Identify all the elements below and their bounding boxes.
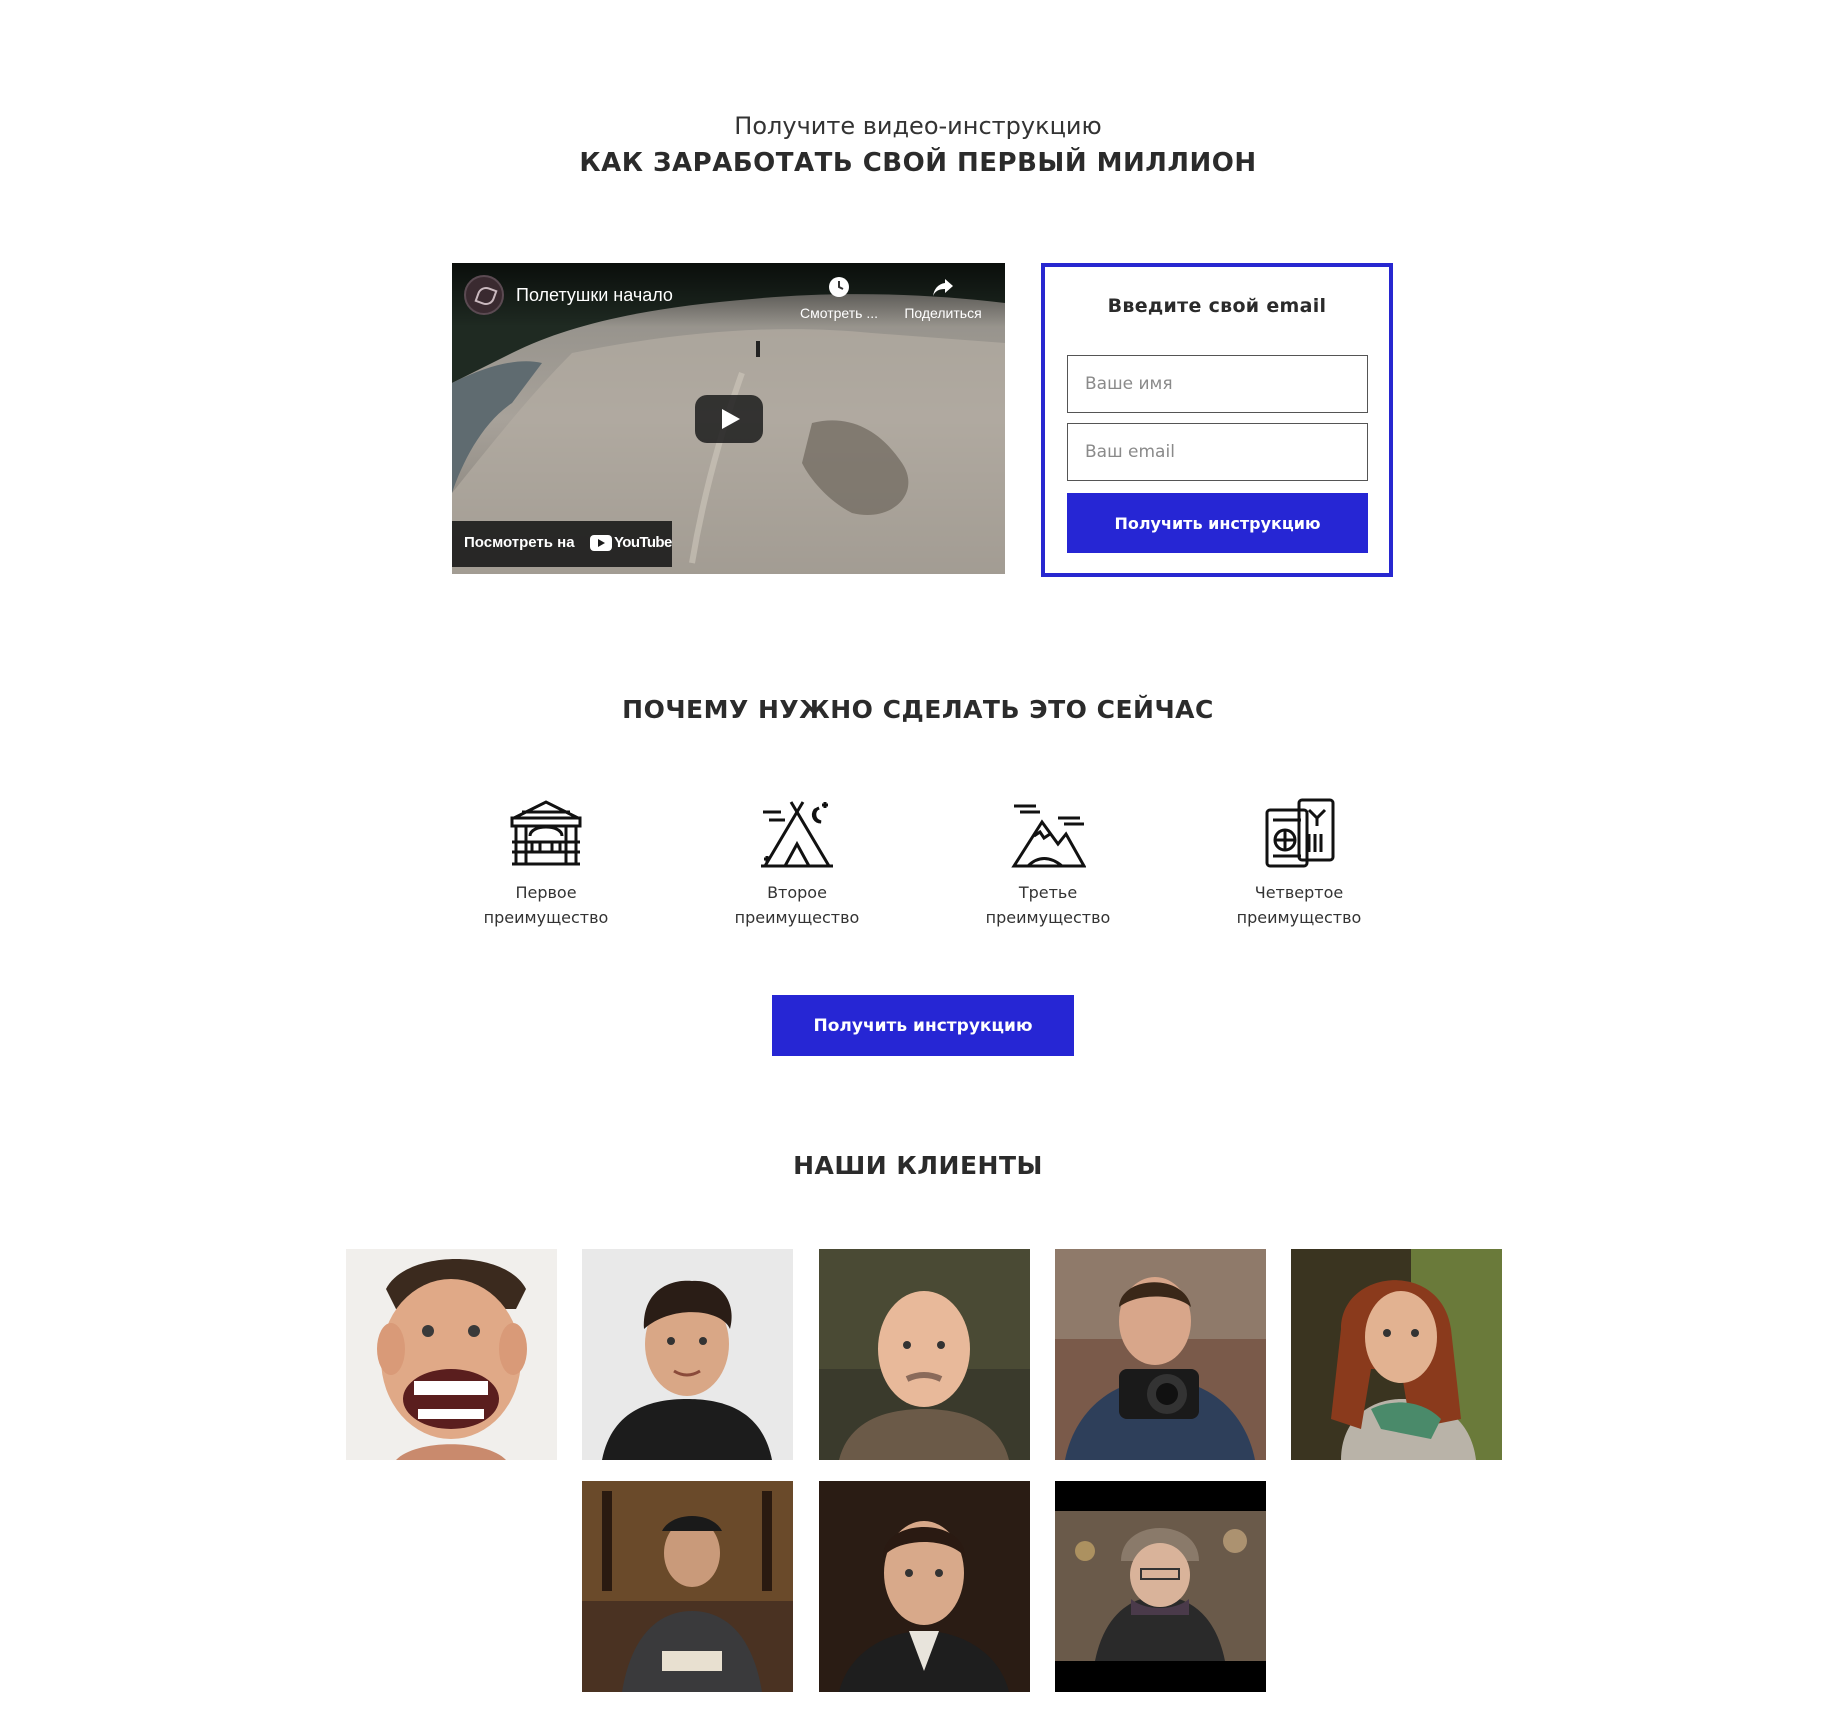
benefit-item: Третье преимущество: [948, 796, 1148, 930]
share-button[interactable]: Поделиться: [900, 275, 986, 321]
hero-subtitle: Получите видео-инструкцию: [734, 112, 1102, 140]
video-title[interactable]: Полетушки начало: [516, 285, 673, 306]
client-photo: [346, 1249, 557, 1460]
benefit-label: Третье преимущество: [985, 883, 1111, 927]
client-photo: [1291, 1249, 1502, 1460]
client-photo: [582, 1249, 793, 1460]
name-input[interactable]: [1067, 355, 1368, 413]
watch-on-youtube-button[interactable]: Посмотреть на YouTube: [452, 521, 672, 567]
passport-ticket-icon: [1265, 798, 1335, 868]
watch-on-label: Посмотреть на: [464, 534, 575, 551]
benefit-item: Четвертое преимущество: [1199, 796, 1399, 930]
client-photo: [819, 1249, 1030, 1460]
benefit-item: Первое преимущество: [446, 796, 646, 930]
get-instruction-button[interactable]: Получить инструкцию: [1067, 493, 1368, 553]
share-arrow-icon: [900, 275, 986, 299]
benefit-label: Второе преимущество: [734, 883, 860, 927]
signup-form: Введите свой email Получить инструкцию: [1041, 263, 1393, 577]
hero-title: КАК ЗАРАБОТАТЬ СВОЙ ПЕРВЫЙ МИЛЛИОН: [579, 148, 1257, 178]
watch-later-label: Смотреть ...: [800, 305, 878, 321]
mountains-icon: [1011, 804, 1086, 868]
clock-icon: [796, 275, 882, 299]
benefit-label: Четвертое преимущество: [1236, 883, 1362, 927]
why-title: ПОЧЕМУ НУЖНО СДЕЛАТЬ ЭТО СЕЙЧАС: [622, 695, 1214, 724]
channel-avatar[interactable]: [464, 275, 504, 315]
youtube-logo: YouTube: [590, 534, 672, 551]
benefit-label: Первое преимущество: [483, 883, 609, 927]
form-title: Введите свой email: [1107, 295, 1327, 317]
tent-icon: [761, 801, 833, 868]
share-label: Поделиться: [904, 305, 982, 321]
benefit-item: Второе преимущество: [697, 796, 897, 930]
clients-title: НАШИ КЛИЕНТЫ: [793, 1151, 1043, 1180]
email-input[interactable]: [1067, 423, 1368, 481]
client-photo: [819, 1481, 1030, 1692]
pavilion-icon: [510, 800, 582, 866]
youtube-wordmark: YouTube: [614, 534, 672, 551]
watch-later-button[interactable]: Смотреть ...: [796, 275, 882, 321]
youtube-play-icon: [590, 534, 612, 551]
client-photo: [1055, 1481, 1266, 1692]
get-instruction-cta-button[interactable]: Получить инструкцию: [772, 995, 1074, 1056]
client-photo: [1055, 1249, 1266, 1460]
play-button[interactable]: [695, 395, 763, 443]
video-embed[interactable]: Полетушки начало Смотреть ... Поделиться…: [452, 263, 1005, 574]
client-photo: [582, 1481, 793, 1692]
